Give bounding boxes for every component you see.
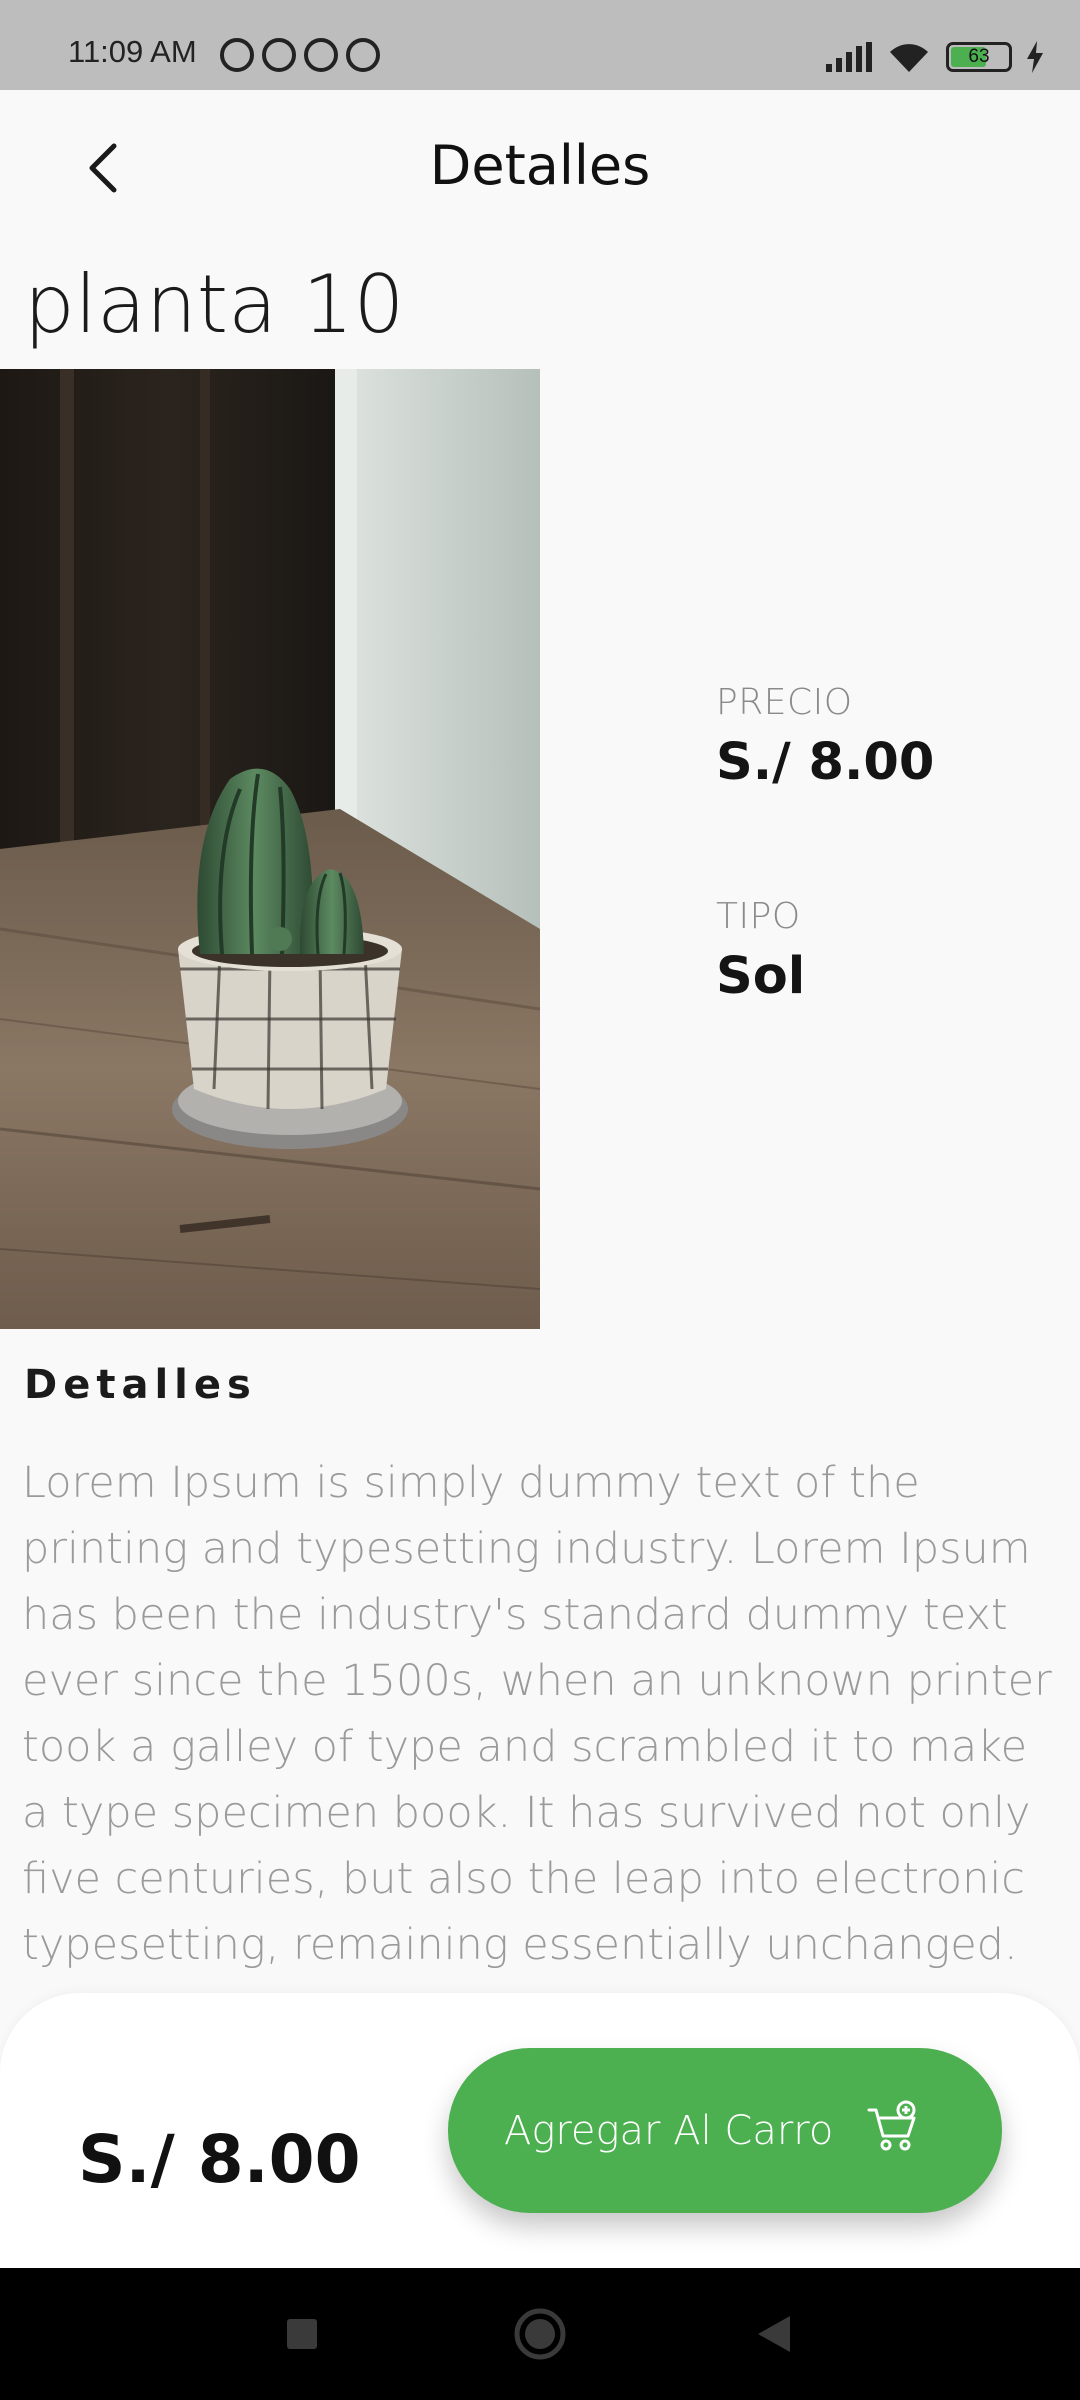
home-button[interactable]	[508, 2268, 572, 2400]
type-label: TIPO	[716, 896, 801, 937]
recents-button[interactable]	[270, 2268, 334, 2400]
type-value: Sol	[716, 947, 806, 1006]
whatsapp-icon	[262, 38, 296, 72]
product-name: planta 10	[24, 258, 405, 351]
details-description: Lorem Ipsum is simply dummy text of the …	[22, 1458, 1052, 1970]
charging-icon	[1027, 41, 1043, 73]
product-image	[0, 369, 540, 1329]
app-icon	[304, 38, 338, 72]
price-info: PRECIO S./ 8.00	[716, 682, 934, 792]
details-heading: Detalles	[24, 1362, 257, 1408]
app-icon	[346, 38, 380, 72]
page-title: Detalles	[429, 134, 651, 197]
cactus-photo	[0, 369, 540, 1329]
home-circle-icon	[514, 2308, 566, 2360]
cart-plus-icon	[867, 2100, 916, 2151]
add-to-cart-button[interactable]: Agregar Al Carro	[448, 2048, 1002, 2213]
battery-level: 63	[968, 46, 990, 67]
signal-icon	[826, 42, 872, 72]
wifi-icon	[890, 44, 928, 72]
system-icons: 63	[826, 40, 1044, 74]
notification-icons	[220, 38, 380, 72]
total-price: S./ 8.00	[78, 2121, 361, 2198]
battery-icon: 63	[946, 42, 1012, 72]
back-triangle-icon	[758, 2316, 790, 2352]
alarm-icon	[220, 38, 254, 72]
price-value: S./ 8.00	[716, 733, 935, 792]
bottom-panel: S./ 8.00 Agregar Al Carro	[0, 1993, 1080, 2268]
add-to-cart-label: Agregar Al Carro	[504, 2107, 834, 2154]
status-bar: 11:09 AM 63	[0, 0, 1080, 90]
price-label: PRECIO	[716, 682, 853, 723]
status-time: 11:09 AM	[68, 34, 197, 69]
type-info: TIPO Sol	[716, 896, 805, 1006]
back-nav-button[interactable]	[742, 2268, 806, 2400]
app-bar: Detalles	[0, 90, 1080, 240]
recents-square-icon	[287, 2319, 317, 2349]
navigation-bar	[0, 2268, 1080, 2400]
